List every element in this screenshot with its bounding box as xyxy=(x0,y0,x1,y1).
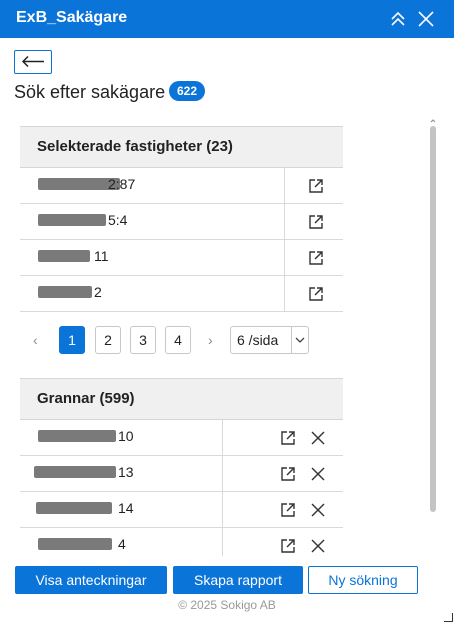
selected-properties-header: Selekterade fastigheter (23) xyxy=(20,126,343,168)
new-search-button[interactable]: Ny sökning xyxy=(308,566,418,594)
redacted-text xyxy=(38,286,92,298)
list-item[interactable]: 2:87 xyxy=(20,168,343,204)
redacted-text xyxy=(34,466,116,478)
row-actions xyxy=(222,420,343,455)
remove-icon[interactable] xyxy=(309,501,327,519)
show-notes-button[interactable]: Visa anteckningar xyxy=(15,566,167,594)
create-report-button[interactable]: Skapa rapport xyxy=(173,566,303,594)
scroll-up-icon xyxy=(430,119,436,123)
arrow-left-icon xyxy=(21,55,44,68)
collapse-icon[interactable] xyxy=(387,8,409,30)
open-external-icon[interactable] xyxy=(279,429,297,447)
row-actions xyxy=(284,204,343,239)
copyright-footer: © 2025 Sokigo AB xyxy=(178,598,276,612)
list-item[interactable]: 14 xyxy=(20,492,343,528)
list-item[interactable]: 5:4 xyxy=(20,204,343,240)
page-button-3[interactable]: 3 xyxy=(130,326,156,354)
remove-icon[interactable] xyxy=(309,537,327,555)
open-external-icon[interactable] xyxy=(279,537,297,555)
redacted-text xyxy=(38,538,112,550)
resize-handle[interactable] xyxy=(444,613,453,622)
neighbor-designation: 10 xyxy=(118,428,134,444)
row-actions xyxy=(222,456,343,491)
remove-icon[interactable] xyxy=(309,465,327,483)
open-external-icon[interactable] xyxy=(307,285,325,303)
open-external-icon[interactable] xyxy=(307,249,325,267)
list-item[interactable]: 13 xyxy=(20,456,343,492)
results-scroll-area[interactable]: Selekterade fastigheter (23) 2:87 5:4 11 xyxy=(20,126,343,556)
open-external-icon[interactable] xyxy=(307,213,325,231)
row-actions xyxy=(222,528,343,556)
page-button-4[interactable]: 4 xyxy=(165,326,191,354)
open-external-icon[interactable] xyxy=(279,501,297,519)
neighbors-title: Grannar (599) xyxy=(37,390,135,407)
selected-properties-title: Selekterade fastigheter (23) xyxy=(37,138,233,155)
widget-title: ExB_Sakägare xyxy=(16,9,128,26)
row-actions xyxy=(284,168,343,203)
previous-page-button[interactable]: ‹ xyxy=(33,332,38,348)
row-actions xyxy=(284,240,343,275)
widget-title-bar: ExB_Sakägare xyxy=(0,0,454,38)
scrollbar[interactable] xyxy=(430,118,436,512)
redacted-text xyxy=(38,250,90,262)
row-actions xyxy=(284,276,343,311)
page-button-1[interactable]: 1 xyxy=(59,326,85,354)
neighbor-designation: 13 xyxy=(118,464,134,480)
remove-icon[interactable] xyxy=(309,429,327,447)
neighbors-header: Grannar (599) xyxy=(20,378,343,420)
open-external-icon[interactable] xyxy=(307,177,325,195)
next-page-button[interactable]: › xyxy=(208,332,213,348)
property-designation: 2:87 xyxy=(108,176,136,192)
close-icon[interactable] xyxy=(415,8,437,30)
list-item[interactable]: 4 xyxy=(20,528,343,556)
list-item[interactable]: 11 xyxy=(20,240,343,276)
page-title: Sök efter sakägare xyxy=(14,82,166,102)
chevron-down-icon xyxy=(291,327,308,353)
page-size-select[interactable]: 6 /sida xyxy=(230,326,309,354)
neighbor-designation: 4 xyxy=(118,536,126,552)
back-button[interactable] xyxy=(14,50,52,74)
open-external-icon[interactable] xyxy=(279,465,297,483)
page-size-value: 6 /sida xyxy=(237,332,279,348)
redacted-text xyxy=(38,214,106,226)
list-item[interactable]: 10 xyxy=(20,420,343,456)
row-actions xyxy=(222,492,343,527)
list-item[interactable]: 2 xyxy=(20,276,343,312)
property-designation: 2 xyxy=(94,284,102,300)
scrollbar-thumb[interactable] xyxy=(430,126,436,512)
redacted-text xyxy=(38,430,116,442)
neighbor-designation: 14 xyxy=(118,500,134,516)
property-designation: 5:4 xyxy=(108,212,128,228)
page-button-2[interactable]: 2 xyxy=(95,326,121,354)
property-designation: 11 xyxy=(94,248,109,264)
result-count-badge: 622 xyxy=(169,81,206,101)
redacted-text xyxy=(36,502,112,514)
pagination: ‹ 1 2 3 4 › 6 /sida xyxy=(20,326,343,358)
